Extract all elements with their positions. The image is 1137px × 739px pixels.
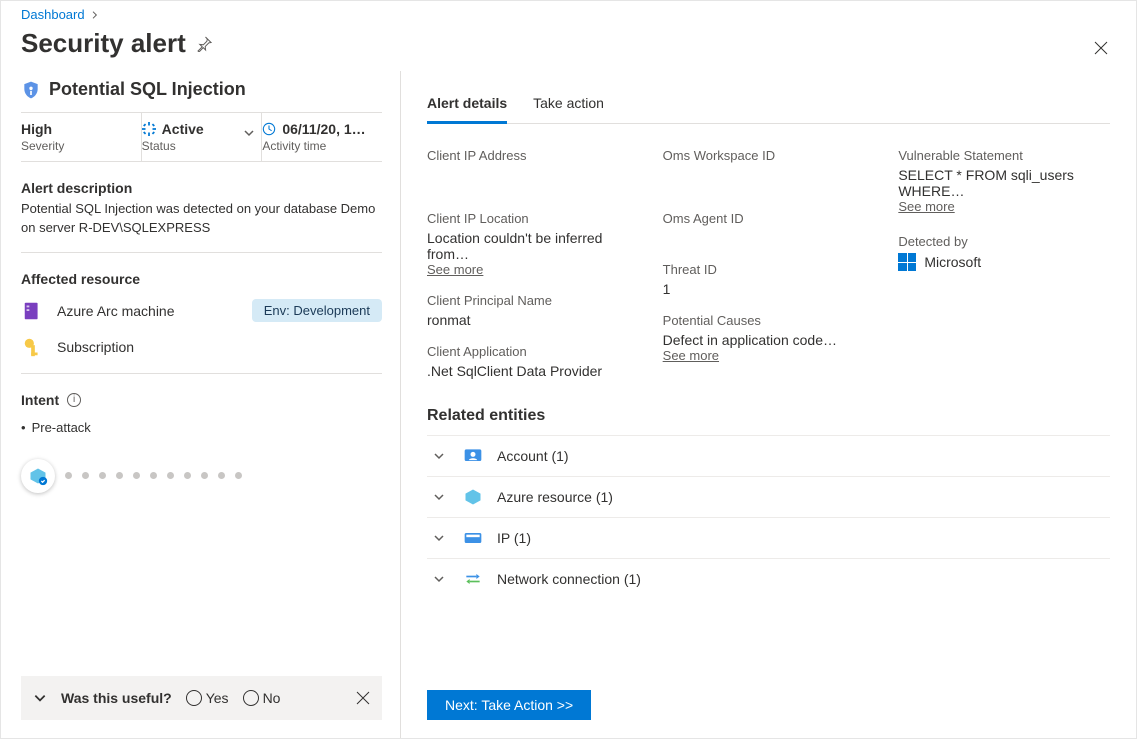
- page-title: Security alert: [21, 28, 212, 59]
- feedback-yes-radio[interactable]: Yes: [186, 690, 229, 706]
- feedback-no-radio[interactable]: No: [243, 690, 281, 706]
- chevron-right-icon: [91, 11, 99, 19]
- field-vulnerable-statement: Vulnerable Statement SELECT * FROM sqli_…: [898, 148, 1110, 214]
- severity-stat: High Severity: [21, 113, 142, 161]
- microsoft-logo-icon: [898, 253, 916, 271]
- related-entity-ip[interactable]: IP (1): [427, 517, 1110, 558]
- ip-icon: [463, 528, 483, 548]
- pin-icon[interactable]: [196, 36, 212, 52]
- related-entities-header: Related entities: [427, 407, 1110, 435]
- related-entity-account[interactable]: Account (1): [427, 435, 1110, 476]
- field-client-application: Client Application .Net SqlClient Data P…: [427, 344, 639, 379]
- alert-description-header: Alert description: [21, 180, 382, 196]
- active-status-icon: [142, 122, 156, 136]
- tab-take-action[interactable]: Take action: [533, 85, 604, 123]
- resource-name: Azure Arc machine: [57, 303, 175, 319]
- affected-resource-row[interactable]: Azure Arc machine Env: Development: [21, 299, 382, 323]
- field-client-ip: Client IP Address: [427, 148, 639, 163]
- kill-chain-timeline: [21, 459, 382, 493]
- affected-resource-header: Affected resource: [21, 271, 382, 287]
- field-agent-id: Oms Agent ID: [663, 211, 875, 226]
- info-icon[interactable]: i: [67, 393, 81, 407]
- affected-resource-row[interactable]: Subscription: [21, 335, 382, 359]
- status-stat[interactable]: Active Status: [142, 113, 263, 161]
- breadcrumb-root-link[interactable]: Dashboard: [21, 7, 85, 22]
- see-more-link[interactable]: See more: [898, 199, 954, 214]
- shield-icon: [21, 80, 41, 100]
- network-connection-icon: [463, 569, 483, 589]
- clock-icon: [262, 122, 276, 136]
- chevron-down-icon[interactable]: [243, 127, 255, 139]
- chevron-down-icon: [433, 573, 449, 585]
- alert-description: Potential SQL Injection was detected on …: [21, 200, 382, 238]
- account-icon: [463, 446, 483, 466]
- azure-arc-machine-icon: [21, 299, 45, 323]
- subscription-key-icon: [21, 335, 45, 359]
- breadcrumb: Dashboard: [21, 7, 1116, 22]
- related-entity-network-connection[interactable]: Network connection (1): [427, 558, 1110, 599]
- field-workspace-id: Oms Workspace ID: [663, 148, 875, 163]
- intent-value: Pre-attack: [21, 420, 382, 435]
- next-take-action-button[interactable]: Next: Take Action >>: [427, 690, 591, 720]
- environment-tag: Env: Development: [252, 299, 382, 322]
- feedback-question: Was this useful?: [61, 690, 172, 706]
- azure-resource-icon: [463, 487, 483, 507]
- detail-tabs: Alert details Take action: [427, 85, 1110, 124]
- related-entity-azure-resource[interactable]: Azure resource (1): [427, 476, 1110, 517]
- field-client-ip-location: Client IP Location Location couldn't be …: [427, 211, 639, 277]
- alert-title: Potential SQL Injection: [21, 71, 382, 112]
- resource-name: Subscription: [57, 339, 134, 355]
- chevron-down-icon: [433, 532, 449, 544]
- chevron-down-icon: [433, 450, 449, 462]
- tab-alert-details[interactable]: Alert details: [427, 85, 507, 124]
- feedback-bar: Was this useful? Yes No: [21, 676, 382, 720]
- field-threat-id: Threat ID 1: [663, 262, 875, 297]
- close-icon[interactable]: [356, 691, 370, 705]
- alert-stats: High Severity: [21, 112, 382, 162]
- timeline-current-stage-icon: [21, 459, 55, 493]
- intent-header: Intent: [21, 392, 59, 408]
- close-icon[interactable]: [1086, 33, 1116, 63]
- field-client-principal: Client Principal Name ronmat: [427, 293, 639, 328]
- activity-time-stat: 06/11/20, 1… Activity time: [262, 113, 382, 161]
- field-potential-causes: Potential Causes Defect in application c…: [663, 313, 875, 363]
- see-more-link[interactable]: See more: [427, 262, 483, 277]
- chevron-down-icon[interactable]: [33, 691, 47, 705]
- see-more-link[interactable]: See more: [663, 348, 719, 363]
- chevron-down-icon: [433, 491, 449, 503]
- field-detected-by: Detected by Microsoft: [898, 234, 1110, 271]
